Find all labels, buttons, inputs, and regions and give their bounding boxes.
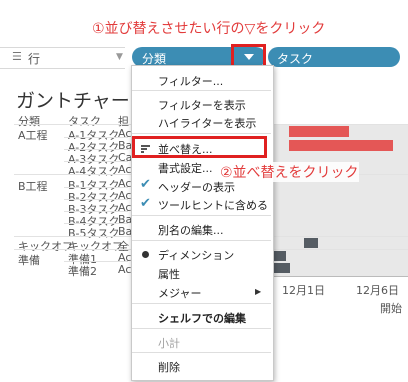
check-icon: ✔ (140, 196, 151, 211)
annotation-step2: ②並べ替えをクリック (220, 162, 359, 182)
row-divider (64, 211, 128, 212)
group-label: 準備 (18, 254, 40, 267)
gantt-bar (272, 251, 286, 261)
row-divider (64, 187, 128, 188)
group-label: B工程 (18, 180, 48, 193)
submenu-arrow-icon: ▶ (255, 287, 262, 296)
menu-item-edit-in-shelf[interactable]: シェルフでの編集 (158, 310, 246, 326)
menu-separator (132, 90, 271, 91)
gantt-bar (304, 238, 318, 248)
menu-item-measure[interactable]: メジャー (158, 285, 201, 301)
axis-tick-label: 12月1日 (282, 284, 325, 297)
radio-selected-icon (142, 251, 149, 258)
rows-dropdown-icon: ▼ (116, 52, 123, 62)
gantt-bar (289, 126, 349, 137)
menu-item-attribute[interactable]: 属性 (158, 266, 180, 282)
sheet-title: ガントチャート (16, 90, 149, 112)
check-icon: ✔ (140, 177, 151, 192)
menu-item-dimension[interactable]: ディメンション (158, 247, 234, 263)
gantt-bar (289, 140, 393, 151)
row-divider (64, 261, 128, 262)
row-divider (64, 137, 128, 138)
menu-item-filter[interactable]: フィルター... (158, 73, 223, 89)
menu-item-include-tooltip[interactable]: ツールヒントに含める (158, 197, 268, 213)
rows-label: 行 (28, 52, 41, 66)
menu-separator (132, 133, 271, 134)
menu-item-show-filter[interactable]: フィルターを表示 (158, 97, 246, 113)
menu-item-subtotal: 小計 (158, 337, 180, 350)
menu-item-edit-alias[interactable]: 別名の編集... (158, 222, 224, 238)
annotation-highlight-sort (132, 136, 267, 158)
axis-title: 開始 (380, 302, 402, 315)
row-divider (64, 161, 128, 162)
gantt-bar (272, 263, 290, 273)
menu-separator (132, 215, 271, 216)
annotation-step1: ①並び替えさせたい行の▽をクリック (92, 21, 326, 37)
row-divider (64, 223, 128, 224)
menu-separator (132, 328, 271, 329)
row-divider (64, 149, 128, 150)
menu-item-format[interactable]: 書式設定... (158, 160, 213, 176)
menu-item-show-highlighter[interactable]: ハイライターを表示 (158, 115, 256, 131)
menu-separator (132, 352, 271, 353)
pill-task-label: タスク (277, 52, 314, 66)
task-label: 準備2 (68, 265, 97, 278)
rows-icon: ☰ (12, 50, 22, 63)
row-divider (64, 199, 128, 200)
menu-separator (132, 303, 271, 304)
x-axis-line (263, 276, 408, 277)
menu-item-delete[interactable]: 削除 (158, 359, 180, 375)
owner-label: Ac (118, 263, 132, 276)
group-label: A工程 (18, 129, 48, 142)
menu-separator (132, 240, 271, 241)
axis-tick-label: 12月6日 (356, 284, 399, 297)
